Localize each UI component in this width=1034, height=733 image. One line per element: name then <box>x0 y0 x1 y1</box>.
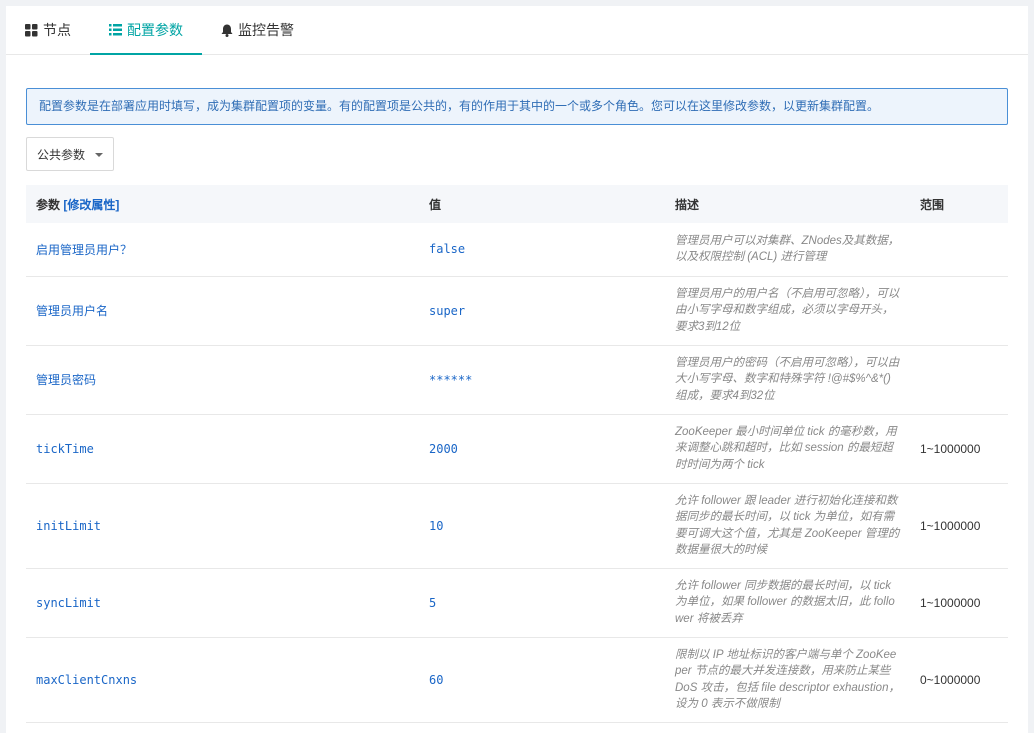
param-value[interactable]: false <box>419 223 665 276</box>
param-range <box>910 223 1008 276</box>
table-row: syncLimit 5 允许 follower 同步数据的最长时间，以 tick… <box>26 568 1008 637</box>
tab-label: 节点 <box>43 22 71 38</box>
table-row: tickTime 2000 ZooKeeper 最小时间单位 tick 的毫秒数… <box>26 414 1008 483</box>
header-range: 范围 <box>920 197 945 212</box>
tab-monitoring-alerts[interactable]: 监控告警 <box>202 6 313 54</box>
table-row: 管理员用户名 super 管理员用户的用户名（不启用可忽略），可以由小写字母和数… <box>26 276 1008 345</box>
param-group-select[interactable]: 公共参数 <box>26 137 114 171</box>
table-row: 管理员密码 ****** 管理员用户的密码（不启用可忽略），可以由大小写字母、数… <box>26 345 1008 414</box>
param-value[interactable]: 10 <box>419 483 665 568</box>
tab-config-params[interactable]: 配置参数 <box>90 6 202 55</box>
param-value[interactable]: 60 <box>419 637 665 722</box>
param-name[interactable]: tickTime <box>26 414 419 483</box>
tab-label: 监控告警 <box>238 22 294 38</box>
cluster-detail-panel: 节点 配置参数 监控告警 配置参数是在部署应用时填写，成为集群配置项的变量。有的… <box>6 6 1028 733</box>
param-name[interactable]: 启用管理员用户？ <box>26 223 419 276</box>
config-params-table: 参数 [修改属性] 值 描述 范围 启用管理员用户？ false 管理员用户可以… <box>26 185 1008 723</box>
header-param-label: 参数 <box>36 197 61 212</box>
table-row: maxClientCnxns 60 限制以 IP 地址标识的客户端与单个 Zoo… <box>26 637 1008 722</box>
tab-nodes[interactable]: 节点 <box>6 6 90 54</box>
param-description: 允许 follower 同步数据的最长时间，以 tick 为单位，如果 foll… <box>675 579 895 625</box>
bell-icon <box>221 24 233 37</box>
list-icon <box>109 24 122 36</box>
param-name[interactable]: 管理员密码 <box>26 345 419 414</box>
header-param: 参数 [修改属性] <box>26 185 419 223</box>
caret-down-icon <box>95 153 103 157</box>
modify-attributes-link[interactable]: [修改属性] <box>63 198 119 212</box>
param-range <box>910 345 1008 414</box>
tab-label: 配置参数 <box>127 22 183 38</box>
param-description: 限制以 IP 地址标识的客户端与单个 ZooKeeper 节点的最大并发连接数，… <box>675 648 900 711</box>
header-value: 值 <box>429 197 442 212</box>
param-range: 1~1000000 <box>920 441 981 456</box>
param-range: 0~1000000 <box>920 672 981 687</box>
grid-icon <box>25 23 38 36</box>
param-range: 1~1000000 <box>920 595 981 610</box>
table-row: initLimit 10 允许 follower 跟 leader 进行初始化连… <box>26 483 1008 568</box>
param-description: 允许 follower 跟 leader 进行初始化连接和数据同步的最长时间，以… <box>675 494 900 557</box>
param-description: 管理员用户可以对集群、ZNodes及其数据，以及权限控制 (ACL) 进行管理 <box>675 234 900 264</box>
param-name[interactable]: maxClientCnxns <box>26 637 419 722</box>
param-value[interactable]: 5 <box>419 568 665 637</box>
param-range <box>910 276 1008 345</box>
table-header-row: 参数 [修改属性] 值 描述 范围 <box>26 185 1008 223</box>
param-value[interactable]: super <box>419 276 665 345</box>
param-group-select-value: 公共参数 <box>37 147 86 162</box>
param-value[interactable]: ****** <box>419 345 665 414</box>
param-range: 1~1000000 <box>920 518 981 533</box>
param-description: 管理员用户的用户名（不启用可忽略），可以由小写字母和数字组成，必须以字母开头，要… <box>675 287 900 333</box>
table-row: 启用管理员用户？ false 管理员用户可以对集群、ZNodes及其数据，以及权… <box>26 223 1008 276</box>
param-name[interactable]: 管理员用户名 <box>26 276 419 345</box>
param-description: 管理员用户的密码（不启用可忽略），可以由大小写字母、数字和特殊字符 !@#$%^… <box>675 356 900 402</box>
header-desc: 描述 <box>675 197 700 212</box>
param-name[interactable]: syncLimit <box>26 568 419 637</box>
param-description: ZooKeeper 最小时间单位 tick 的毫秒数，用来调整心跳和超时，比如 … <box>675 425 897 471</box>
param-value[interactable]: 2000 <box>419 414 665 483</box>
param-name[interactable]: initLimit <box>26 483 419 568</box>
tab-bar: 节点 配置参数 监控告警 <box>6 6 1028 55</box>
info-banner: 配置参数是在部署应用时填写，成为集群配置项的变量。有的配置项是公共的，有的作用于… <box>26 88 1008 125</box>
